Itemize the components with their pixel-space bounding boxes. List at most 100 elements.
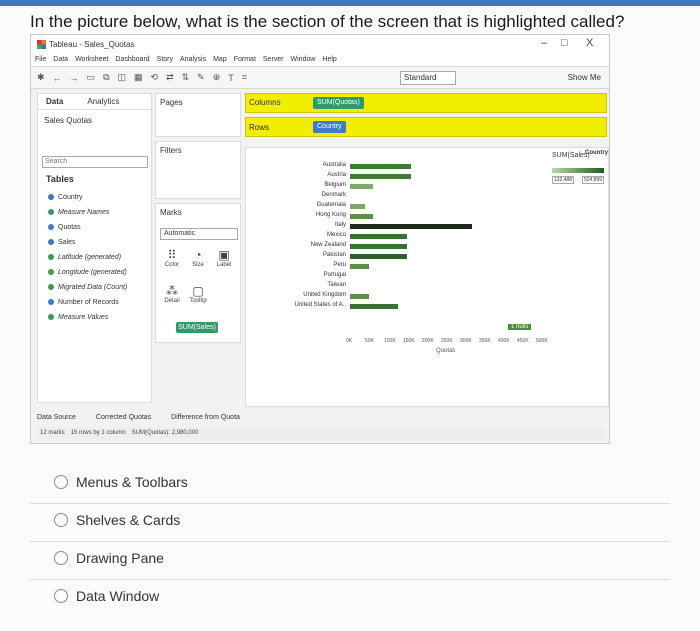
tab-data-source[interactable]: Data Source — [37, 414, 76, 421]
label-icon[interactable]: T — [228, 73, 234, 83]
tab-analytics[interactable]: Analytics — [87, 97, 119, 106]
country-pill[interactable]: Country — [313, 121, 346, 133]
bar[interactable] — [350, 234, 407, 239]
status-bar: 12 marks 15 rows by 1 column SUM(Quotas)… — [37, 427, 605, 439]
menu-format[interactable]: Format — [234, 56, 256, 63]
field-item[interactable]: Migrated Data (Count) — [48, 280, 127, 295]
field-type-icon — [48, 224, 54, 231]
radio-button[interactable] — [54, 475, 68, 489]
menu-file[interactable]: File — [35, 56, 46, 63]
sum-quotas-pill[interactable]: SUM(Quotas) — [313, 97, 364, 109]
close-button[interactable]: X — [586, 37, 593, 49]
marks-card: Marks Automatic ⠿ Color ◔ Size ▣ Label ⁂ Det… — [155, 203, 241, 343]
country-label: Italy — [334, 222, 346, 228]
tab-corrected-quotas[interactable]: Corrected Quotas — [96, 414, 151, 421]
color-button[interactable]: ⠿ Color — [160, 248, 184, 268]
menu-analysis[interactable]: Analysis — [180, 56, 206, 63]
pause-icon[interactable]: ◫ — [118, 72, 127, 83]
highlight-icon[interactable]: ✎ — [197, 72, 205, 83]
bar[interactable] — [350, 244, 407, 249]
option-shelves-cards[interactable]: Shelves & Cards — [54, 508, 180, 532]
bar[interactable] — [350, 304, 398, 309]
data-pane-tabs: Data Analytics — [38, 94, 151, 110]
save-icon[interactable]: ▭ — [87, 72, 96, 83]
label-button[interactable]: ▣ Label — [212, 248, 236, 268]
sum-sales-pill[interactable]: SUM(Sales) — [176, 322, 218, 333]
country-label: New Zealand — [310, 242, 346, 248]
duplicate-icon[interactable]: ⟲ — [151, 72, 159, 83]
menu-story[interactable]: Story — [157, 56, 173, 63]
menu-worksheet[interactable]: Worksheet — [75, 56, 108, 63]
bar[interactable] — [350, 214, 373, 219]
menu-map[interactable]: Map — [213, 56, 227, 63]
fix-axes-icon[interactable]: ⌗ — [242, 72, 247, 83]
field-item[interactable]: Sales — [48, 235, 127, 250]
field-item[interactable]: Country — [48, 190, 127, 205]
back-arrow-icon[interactable]: ← — [53, 73, 62, 83]
forward-arrow-icon[interactable]: → — [70, 73, 79, 83]
country-label: Peru — [333, 262, 346, 268]
bar[interactable] — [350, 294, 369, 299]
new-datasource-icon[interactable]: ⧉ — [103, 72, 109, 83]
bar[interactable] — [350, 164, 411, 169]
field-item[interactable]: Longitude (generated) — [48, 265, 127, 280]
datasource-name[interactable]: Sales Quotas — [44, 116, 92, 125]
menu-server[interactable]: Server — [263, 56, 284, 63]
axis-tick: 50K — [365, 338, 374, 344]
menu-dashboard[interactable]: Dashboard — [115, 56, 149, 63]
menu-help[interactable]: Help — [322, 56, 336, 63]
maximize-button[interactable]: □ — [561, 37, 568, 49]
bar[interactable] — [350, 254, 407, 259]
page-top-bar — [0, 0, 700, 6]
menu-window[interactable]: Window — [291, 56, 316, 63]
field-item[interactable]: Measure Values — [48, 310, 127, 325]
nulls-badge[interactable]: 1 nulls — [508, 324, 532, 330]
pages-shelf[interactable]: Pages — [155, 93, 241, 137]
country-label: Mexico — [326, 232, 346, 238]
bar[interactable] — [350, 184, 373, 189]
option-data-window[interactable]: Data Window — [54, 584, 159, 608]
radio-button[interactable] — [54, 551, 68, 565]
axis-tick: 450K — [517, 338, 529, 344]
radio-button[interactable] — [54, 589, 68, 603]
size-button[interactable]: ◔ Size — [186, 248, 210, 268]
option-drawing-pane[interactable]: Drawing Pane — [54, 546, 164, 570]
columns-shelf-highlight — [245, 93, 607, 113]
axis-tick: 350K — [479, 338, 491, 344]
menu-data[interactable]: Data — [53, 56, 68, 63]
field-type-icon — [48, 239, 54, 246]
field-item[interactable]: Latitude (generated) — [48, 250, 127, 265]
tooltip-button[interactable]: ▢ Tooltip — [186, 284, 210, 304]
bar[interactable] — [350, 204, 366, 209]
axis-tick: 400K — [498, 338, 510, 344]
option-menus-toolbars[interactable]: Menus & Toolbars — [54, 470, 188, 494]
axis-tick: 150K — [403, 338, 415, 344]
minimize-button[interactable]: – — [541, 37, 547, 49]
new-sheet-icon[interactable]: ▦ — [134, 72, 143, 83]
group-icon[interactable]: ⊕ — [213, 72, 221, 83]
field-search-input[interactable]: Search — [42, 156, 148, 168]
country-label: Denmark — [321, 192, 346, 198]
country-label: Pakistan — [322, 252, 346, 258]
tab-difference-from-quota[interactable]: Difference from Quota — [171, 414, 240, 421]
field-item[interactable]: Number of Records — [48, 295, 127, 310]
detail-button[interactable]: ⁂ Detail — [160, 284, 184, 304]
bar[interactable] — [350, 174, 411, 179]
bar[interactable] — [350, 224, 472, 229]
mark-type-select[interactable]: Automatic — [160, 228, 238, 240]
rows-label: Rows — [249, 123, 270, 132]
color-legend-gradient — [552, 168, 604, 173]
bar[interactable] — [350, 264, 369, 269]
show-me-button[interactable]: Show Me — [568, 73, 601, 82]
sort-icon[interactable]: ⇅ — [182, 72, 190, 83]
swap-icon[interactable]: ⇄ — [166, 72, 174, 83]
radio-button[interactable] — [54, 513, 68, 527]
field-item[interactable]: Quotas — [48, 220, 127, 235]
field-item[interactable]: Measure Names — [48, 205, 127, 220]
tab-data[interactable]: Data — [46, 97, 63, 106]
label-icon: ▣ — [218, 248, 230, 262]
fit-select[interactable]: Standard — [400, 71, 456, 85]
filters-label: Filters — [160, 146, 182, 155]
filters-shelf[interactable]: Filters — [155, 141, 241, 199]
country-label: Taiwan — [327, 282, 346, 288]
